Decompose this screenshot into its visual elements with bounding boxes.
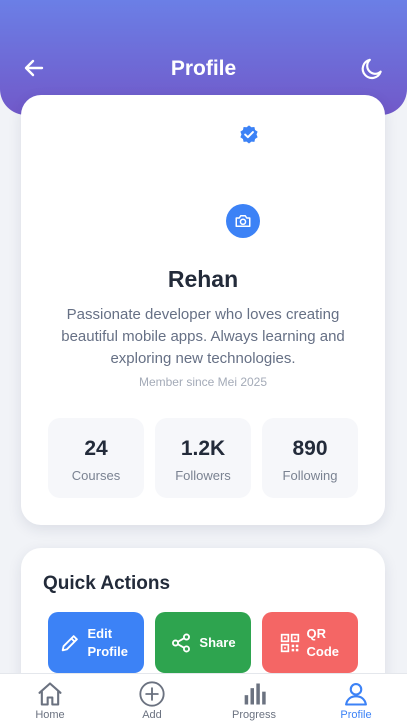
- camera-icon: [235, 215, 251, 227]
- verified-badge-icon: [240, 125, 258, 144]
- stat-following[interactable]: 890 Following: [262, 418, 358, 498]
- stat-followers[interactable]: 1.2K Followers: [155, 418, 251, 498]
- quick-actions-title: Quick Actions: [43, 573, 171, 594]
- nav-add[interactable]: Add: [122, 680, 182, 721]
- nav-label: Add: [142, 709, 162, 721]
- stat-value: 890: [292, 437, 328, 460]
- qr-code-button[interactable]: QR Code: [262, 612, 358, 673]
- page-title: Profile: [170, 57, 237, 80]
- moon-icon[interactable]: [359, 56, 385, 82]
- stat-value: 1.2K: [180, 437, 226, 460]
- edit-profile-button[interactable]: Edit Profile: [48, 612, 144, 673]
- nav-label: Progress: [231, 709, 277, 721]
- profile-card: Rehan Passionate developer who loves cre…: [21, 95, 385, 525]
- share-icon: [172, 633, 191, 652]
- share-button[interactable]: Share: [155, 612, 251, 673]
- profile-name: Rehan: [167, 266, 239, 292]
- nav-home[interactable]: Home: [20, 680, 80, 721]
- button-label: Edit Profile: [87, 625, 128, 659]
- button-label: QR Code: [306, 625, 340, 659]
- qr-code-icon: [280, 633, 299, 652]
- nav-profile[interactable]: Profile: [326, 680, 386, 721]
- stat-label: Following: [282, 468, 338, 483]
- stat-value: 24: [84, 437, 108, 460]
- profile-bio: Passionate developer who loves creating …: [61, 306, 345, 367]
- nav-label: Profile: [340, 709, 372, 721]
- plus-circle-icon: [139, 681, 165, 707]
- user-icon: [345, 683, 367, 706]
- stat-label: Courses: [71, 468, 121, 483]
- bottom-nav: Home Add Progress Profile: [0, 673, 407, 725]
- change-photo-button[interactable]: [226, 204, 260, 238]
- bar-chart-icon: [244, 683, 266, 705]
- stat-courses[interactable]: 24 Courses: [48, 418, 144, 498]
- pencil-icon: [61, 634, 78, 651]
- nav-progress[interactable]: Progress: [224, 680, 284, 721]
- nav-label: Home: [35, 709, 65, 721]
- member-since: Member since Mei 2025: [138, 375, 268, 389]
- button-label: Share: [199, 634, 236, 650]
- stat-label: Followers: [175, 468, 231, 483]
- home-icon: [38, 682, 62, 706]
